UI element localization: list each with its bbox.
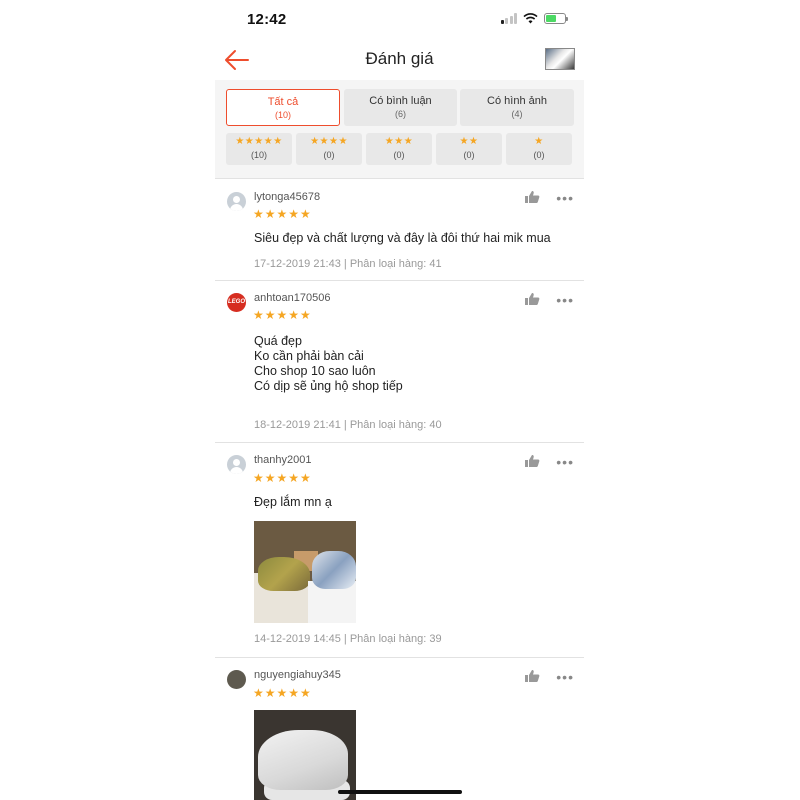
more-options-icon[interactable]: •••: [556, 455, 574, 469]
review-meta: 18-12-2019 21:41 | Phân loại hàng: 40: [254, 419, 442, 431]
review-item: lytonga45678 ••• ★★★★★ Siêu đẹp và chất …: [215, 178, 584, 280]
review-username[interactable]: lytonga45678: [254, 191, 320, 203]
review-stars: ★★★★★: [253, 686, 312, 700]
tab-with-comments-label: Có bình luận: [369, 95, 432, 107]
tab-all-label: Tất cả: [267, 96, 299, 108]
review-photo[interactable]: [254, 710, 356, 800]
avatar[interactable]: [227, 670, 246, 689]
wifi-icon: [523, 13, 538, 24]
tab-with-images-count: (4): [511, 109, 523, 119]
more-options-icon[interactable]: •••: [556, 191, 574, 205]
product-thumbnail[interactable]: [545, 48, 575, 70]
avatar[interactable]: [227, 192, 246, 211]
thumbs-up-icon[interactable]: [524, 669, 540, 683]
avatar[interactable]: [227, 455, 246, 474]
filter-4-stars-count: (0): [323, 150, 335, 160]
thumbs-up-icon[interactable]: [524, 454, 540, 468]
tab-all[interactable]: Tất cả (10): [226, 89, 340, 126]
filter-4-stars-icons: ★★★★: [310, 136, 348, 147]
filter-5-stars-count: (10): [250, 150, 267, 160]
tab-with-images[interactable]: Có hình ảnh (4): [460, 89, 574, 126]
review-meta: 17-12-2019 21:43 | Phân loại hàng: 41: [254, 258, 442, 270]
more-options-icon[interactable]: •••: [556, 670, 574, 684]
filter-2-stars-icons: ★★: [459, 136, 479, 147]
review-stars: ★★★★★: [253, 308, 312, 322]
status-bar: 12:42: [215, 0, 584, 40]
review-photo[interactable]: [254, 521, 356, 623]
battery-icon: [544, 13, 568, 24]
filter-5-stars-icons: ★★★★★: [235, 136, 283, 147]
review-comment: Siêu đẹp và chất lượng và đây là đôi thứ…: [254, 231, 551, 245]
thumbs-up-icon[interactable]: [524, 190, 540, 204]
filter-3-stars-count: (0): [393, 150, 405, 160]
review-meta: 14-12-2019 14:45 | Phân loại hàng: 39: [254, 633, 442, 645]
filter-1-star[interactable]: ★ (0): [506, 133, 572, 165]
phone-screen: 12:42 Đánh giá Tất cả (10) Có bình luận …: [215, 0, 584, 800]
tab-with-images-label: Có hình ảnh: [487, 95, 547, 107]
status-time: 12:42: [247, 11, 287, 28]
tab-with-comments-count: (6): [395, 109, 406, 119]
avatar[interactable]: LEGO: [227, 293, 246, 312]
filter-2-stars[interactable]: ★★ (0): [436, 133, 502, 165]
review-item: nguyengiahuy345 ••• ★★★★★: [215, 657, 584, 800]
filter-panel: Tất cả (10) Có bình luận (6) Có hình ảnh…: [215, 80, 584, 178]
more-options-icon[interactable]: •••: [556, 293, 574, 307]
filter-5-stars[interactable]: ★★★★★ (10): [226, 133, 292, 165]
thumbs-up-icon[interactable]: [524, 292, 540, 306]
cellular-signal-icon: [500, 13, 517, 24]
review-item: LEGO anhtoan170506 ••• ★★★★★ Quá đẹp Ko …: [215, 280, 584, 442]
status-icons: [500, 13, 568, 24]
review-stars: ★★★★★: [253, 207, 312, 221]
review-username[interactable]: nguyengiahuy345: [254, 669, 341, 681]
review-comment: Quá đẹp Ko cần phải bàn cải Cho shop 10 …: [254, 334, 403, 393]
review-stars: ★★★★★: [253, 471, 312, 485]
home-indicator[interactable]: [338, 790, 462, 794]
filter-4-stars[interactable]: ★★★★ (0): [296, 133, 362, 165]
filter-1-star-icons: ★: [534, 136, 544, 147]
review-comment: Đẹp lắm mn ạ: [254, 495, 332, 509]
filter-2-stars-count: (0): [463, 150, 475, 160]
review-username[interactable]: thanhy2001: [254, 454, 312, 466]
filter-3-stars[interactable]: ★★★ (0): [366, 133, 432, 165]
tab-with-comments[interactable]: Có bình luận (6): [344, 89, 457, 126]
filter-3-stars-icons: ★★★: [384, 136, 414, 147]
tab-all-count: (10): [274, 110, 291, 120]
review-username[interactable]: anhtoan170506: [254, 292, 330, 304]
review-item: thanhy2001 ••• ★★★★★ Đẹp lắm mn ạ 14-12-…: [215, 442, 584, 657]
nav-bar: Đánh giá: [215, 40, 584, 80]
filter-1-star-count: (0): [533, 150, 545, 160]
page-title: Đánh giá: [365, 49, 434, 68]
